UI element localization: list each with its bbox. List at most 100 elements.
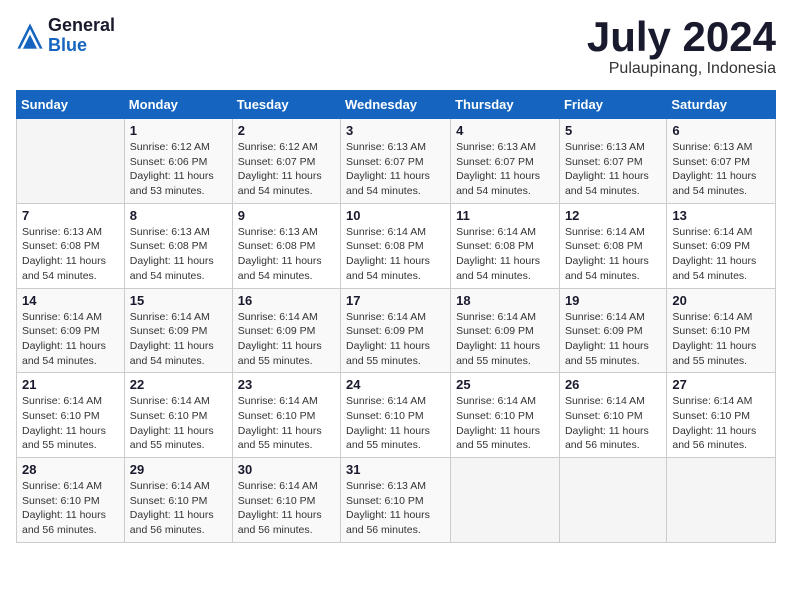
calendar-cell [667, 458, 776, 543]
day-number: 12 [565, 208, 661, 223]
day-number: 31 [346, 462, 445, 477]
day-number: 22 [130, 377, 227, 392]
header-day-monday: Monday [124, 91, 232, 119]
day-number: 24 [346, 377, 445, 392]
cell-info: Sunrise: 6:14 AMSunset: 6:09 PMDaylight:… [672, 225, 770, 284]
week-row-2: 7 Sunrise: 6:13 AMSunset: 6:08 PMDaylight… [17, 203, 776, 288]
calendar-cell: 26 Sunrise: 6:14 AMSunset: 6:10 PMDayligh… [559, 373, 666, 458]
calendar-cell: 23Sunrise: 6:14 AMSunset: 6:10 PMDayligh… [232, 373, 340, 458]
day-number: 13 [672, 208, 770, 223]
logo-icon [16, 22, 44, 50]
day-number: 16 [238, 293, 335, 308]
header-day-saturday: Saturday [667, 91, 776, 119]
calendar-cell: 11Sunrise: 6:14 AMSunset: 6:08 PMDayligh… [451, 203, 560, 288]
calendar-cell: 18Sunrise: 6:14 AMSunset: 6:09 PMDayligh… [451, 288, 560, 373]
calendar-cell: 7 Sunrise: 6:13 AMSunset: 6:08 PMDaylight… [17, 203, 125, 288]
day-number: 5 [565, 123, 661, 138]
location-subtitle: Pulaupinang, Indonesia [587, 60, 776, 78]
day-number: 4 [456, 123, 554, 138]
calendar-cell: 22 Sunrise: 6:14 AMSunset: 6:10 PMDayligh… [124, 373, 232, 458]
cell-info: Sunrise: 6:13 AMSunset: 6:08 PMDaylight:… [22, 225, 119, 284]
header-day-wednesday: Wednesday [341, 91, 451, 119]
cell-info: Sunrise: 6:14 AMSunset: 6:10 PMDaylight:… [456, 394, 554, 453]
calendar-cell: 1Sunrise: 6:12 AMSunset: 6:06 PMDaylight… [124, 119, 232, 204]
calendar-cell: 6 Sunrise: 6:13 AMSunset: 6:07 PMDaylight… [667, 119, 776, 204]
cell-info: Sunrise: 6:13 AMSunset: 6:08 PMDaylight:… [130, 225, 227, 284]
cell-info: Sunrise: 6:13 AMSunset: 6:10 PMDaylight:… [346, 479, 445, 538]
day-number: 9 [238, 208, 335, 223]
page-header: General Blue July 2024 Pulaupinang, Indo… [16, 16, 776, 78]
calendar-cell: 17 Sunrise: 6:14 AMSunset: 6:09 PMDayligh… [341, 288, 451, 373]
cell-info: Sunrise: 6:14 AMSunset: 6:08 PMDaylight:… [346, 225, 445, 284]
calendar-cell: 30 Sunrise: 6:14 AMSunset: 6:10 PMDayligh… [232, 458, 340, 543]
header-day-sunday: Sunday [17, 91, 125, 119]
day-number: 27 [672, 377, 770, 392]
day-number: 28 [22, 462, 119, 477]
calendar-table: SundayMondayTuesdayWednesdayThursdayFrid… [16, 90, 776, 543]
calendar-cell: 15 Sunrise: 6:14 AMSunset: 6:09 PMDayligh… [124, 288, 232, 373]
day-number: 25 [456, 377, 554, 392]
calendar-cell: 10 Sunrise: 6:14 AMSunset: 6:08 PMDayligh… [341, 203, 451, 288]
cell-info: Sunrise: 6:13 AMSunset: 6:07 PMDaylight:… [672, 140, 770, 199]
day-number: 30 [238, 462, 335, 477]
cell-info: Sunrise: 6:14 AMSunset: 6:09 PMDaylight:… [346, 310, 445, 369]
cell-info: Sunrise: 6:14 AMSunset: 6:09 PMDaylight:… [238, 310, 335, 369]
week-row-4: 21 Sunrise: 6:14 AMSunset: 6:10 PMDayligh… [17, 373, 776, 458]
calendar-cell: 24 Sunrise: 6:14 AMSunset: 6:10 PMDayligh… [341, 373, 451, 458]
calendar-cell: 4Sunrise: 6:13 AMSunset: 6:07 PMDaylight… [451, 119, 560, 204]
cell-info: Sunrise: 6:14 AMSunset: 6:09 PMDaylight:… [22, 310, 119, 369]
cell-info: Sunrise: 6:14 AMSunset: 6:10 PMDaylight:… [238, 479, 335, 538]
day-number: 7 [22, 208, 119, 223]
cell-info: Sunrise: 6:14 AMSunset: 6:10 PMDaylight:… [565, 394, 661, 453]
calendar-cell: 3Sunrise: 6:13 AMSunset: 6:07 PMDaylight… [341, 119, 451, 204]
cell-info: Sunrise: 6:14 AMSunset: 6:10 PMDaylight:… [22, 394, 119, 453]
week-row-5: 28 Sunrise: 6:14 AMSunset: 6:10 PMDayligh… [17, 458, 776, 543]
cell-info: Sunrise: 6:13 AMSunset: 6:08 PMDaylight:… [238, 225, 335, 284]
logo-text: General Blue [48, 16, 115, 56]
cell-info: Sunrise: 6:14 AMSunset: 6:10 PMDaylight:… [238, 394, 335, 453]
cell-info: Sunrise: 6:14 AMSunset: 6:08 PMDaylight:… [565, 225, 661, 284]
week-row-3: 14Sunrise: 6:14 AMSunset: 6:09 PMDayligh… [17, 288, 776, 373]
day-number: 19 [565, 293, 661, 308]
day-number: 8 [130, 208, 227, 223]
day-number: 11 [456, 208, 554, 223]
cell-info: Sunrise: 6:14 AMSunset: 6:09 PMDaylight:… [130, 310, 227, 369]
header-day-thursday: Thursday [451, 91, 560, 119]
calendar-cell: 12 Sunrise: 6:14 AMSunset: 6:08 PMDayligh… [559, 203, 666, 288]
title-block: July 2024 Pulaupinang, Indonesia [587, 16, 776, 78]
calendar-cell: 21 Sunrise: 6:14 AMSunset: 6:10 PMDayligh… [17, 373, 125, 458]
calendar-cell: 19 Sunrise: 6:14 AMSunset: 6:09 PMDayligh… [559, 288, 666, 373]
logo: General Blue [16, 16, 115, 56]
header-row: SundayMondayTuesdayWednesdayThursdayFrid… [17, 91, 776, 119]
cell-info: Sunrise: 6:14 AMSunset: 6:10 PMDaylight:… [130, 479, 227, 538]
day-number: 21 [22, 377, 119, 392]
month-title: July 2024 [587, 16, 776, 58]
header-day-tuesday: Tuesday [232, 91, 340, 119]
calendar-cell: 16 Sunrise: 6:14 AMSunset: 6:09 PMDayligh… [232, 288, 340, 373]
calendar-cell: 8 Sunrise: 6:13 AMSunset: 6:08 PMDaylight… [124, 203, 232, 288]
calendar-cell: 2 Sunrise: 6:12 AMSunset: 6:07 PMDaylight… [232, 119, 340, 204]
day-number: 10 [346, 208, 445, 223]
day-number: 26 [565, 377, 661, 392]
logo-blue: Blue [48, 36, 115, 56]
cell-info: Sunrise: 6:14 AMSunset: 6:09 PMDaylight:… [456, 310, 554, 369]
calendar-cell: 20Sunrise: 6:14 AMSunset: 6:10 PMDayligh… [667, 288, 776, 373]
calendar-cell: 25 Sunrise: 6:14 AMSunset: 6:10 PMDayligh… [451, 373, 560, 458]
calendar-cell: 13 Sunrise: 6:14 AMSunset: 6:09 PMDayligh… [667, 203, 776, 288]
day-number: 6 [672, 123, 770, 138]
header-day-friday: Friday [559, 91, 666, 119]
calendar-cell: 29Sunrise: 6:14 AMSunset: 6:10 PMDayligh… [124, 458, 232, 543]
day-number: 15 [130, 293, 227, 308]
cell-info: Sunrise: 6:13 AMSunset: 6:07 PMDaylight:… [346, 140, 445, 199]
day-number: 17 [346, 293, 445, 308]
cell-info: Sunrise: 6:14 AMSunset: 6:10 PMDaylight:… [22, 479, 119, 538]
calendar-cell: 27Sunrise: 6:14 AMSunset: 6:10 PMDayligh… [667, 373, 776, 458]
cell-info: Sunrise: 6:12 AMSunset: 6:07 PMDaylight:… [238, 140, 335, 199]
day-number: 1 [130, 123, 227, 138]
cell-info: Sunrise: 6:14 AMSunset: 6:09 PMDaylight:… [565, 310, 661, 369]
calendar-cell: 14Sunrise: 6:14 AMSunset: 6:09 PMDayligh… [17, 288, 125, 373]
day-number: 2 [238, 123, 335, 138]
cell-info: Sunrise: 6:14 AMSunset: 6:10 PMDaylight:… [130, 394, 227, 453]
cell-info: Sunrise: 6:14 AMSunset: 6:10 PMDaylight:… [672, 310, 770, 369]
cell-info: Sunrise: 6:14 AMSunset: 6:10 PMDaylight:… [346, 394, 445, 453]
